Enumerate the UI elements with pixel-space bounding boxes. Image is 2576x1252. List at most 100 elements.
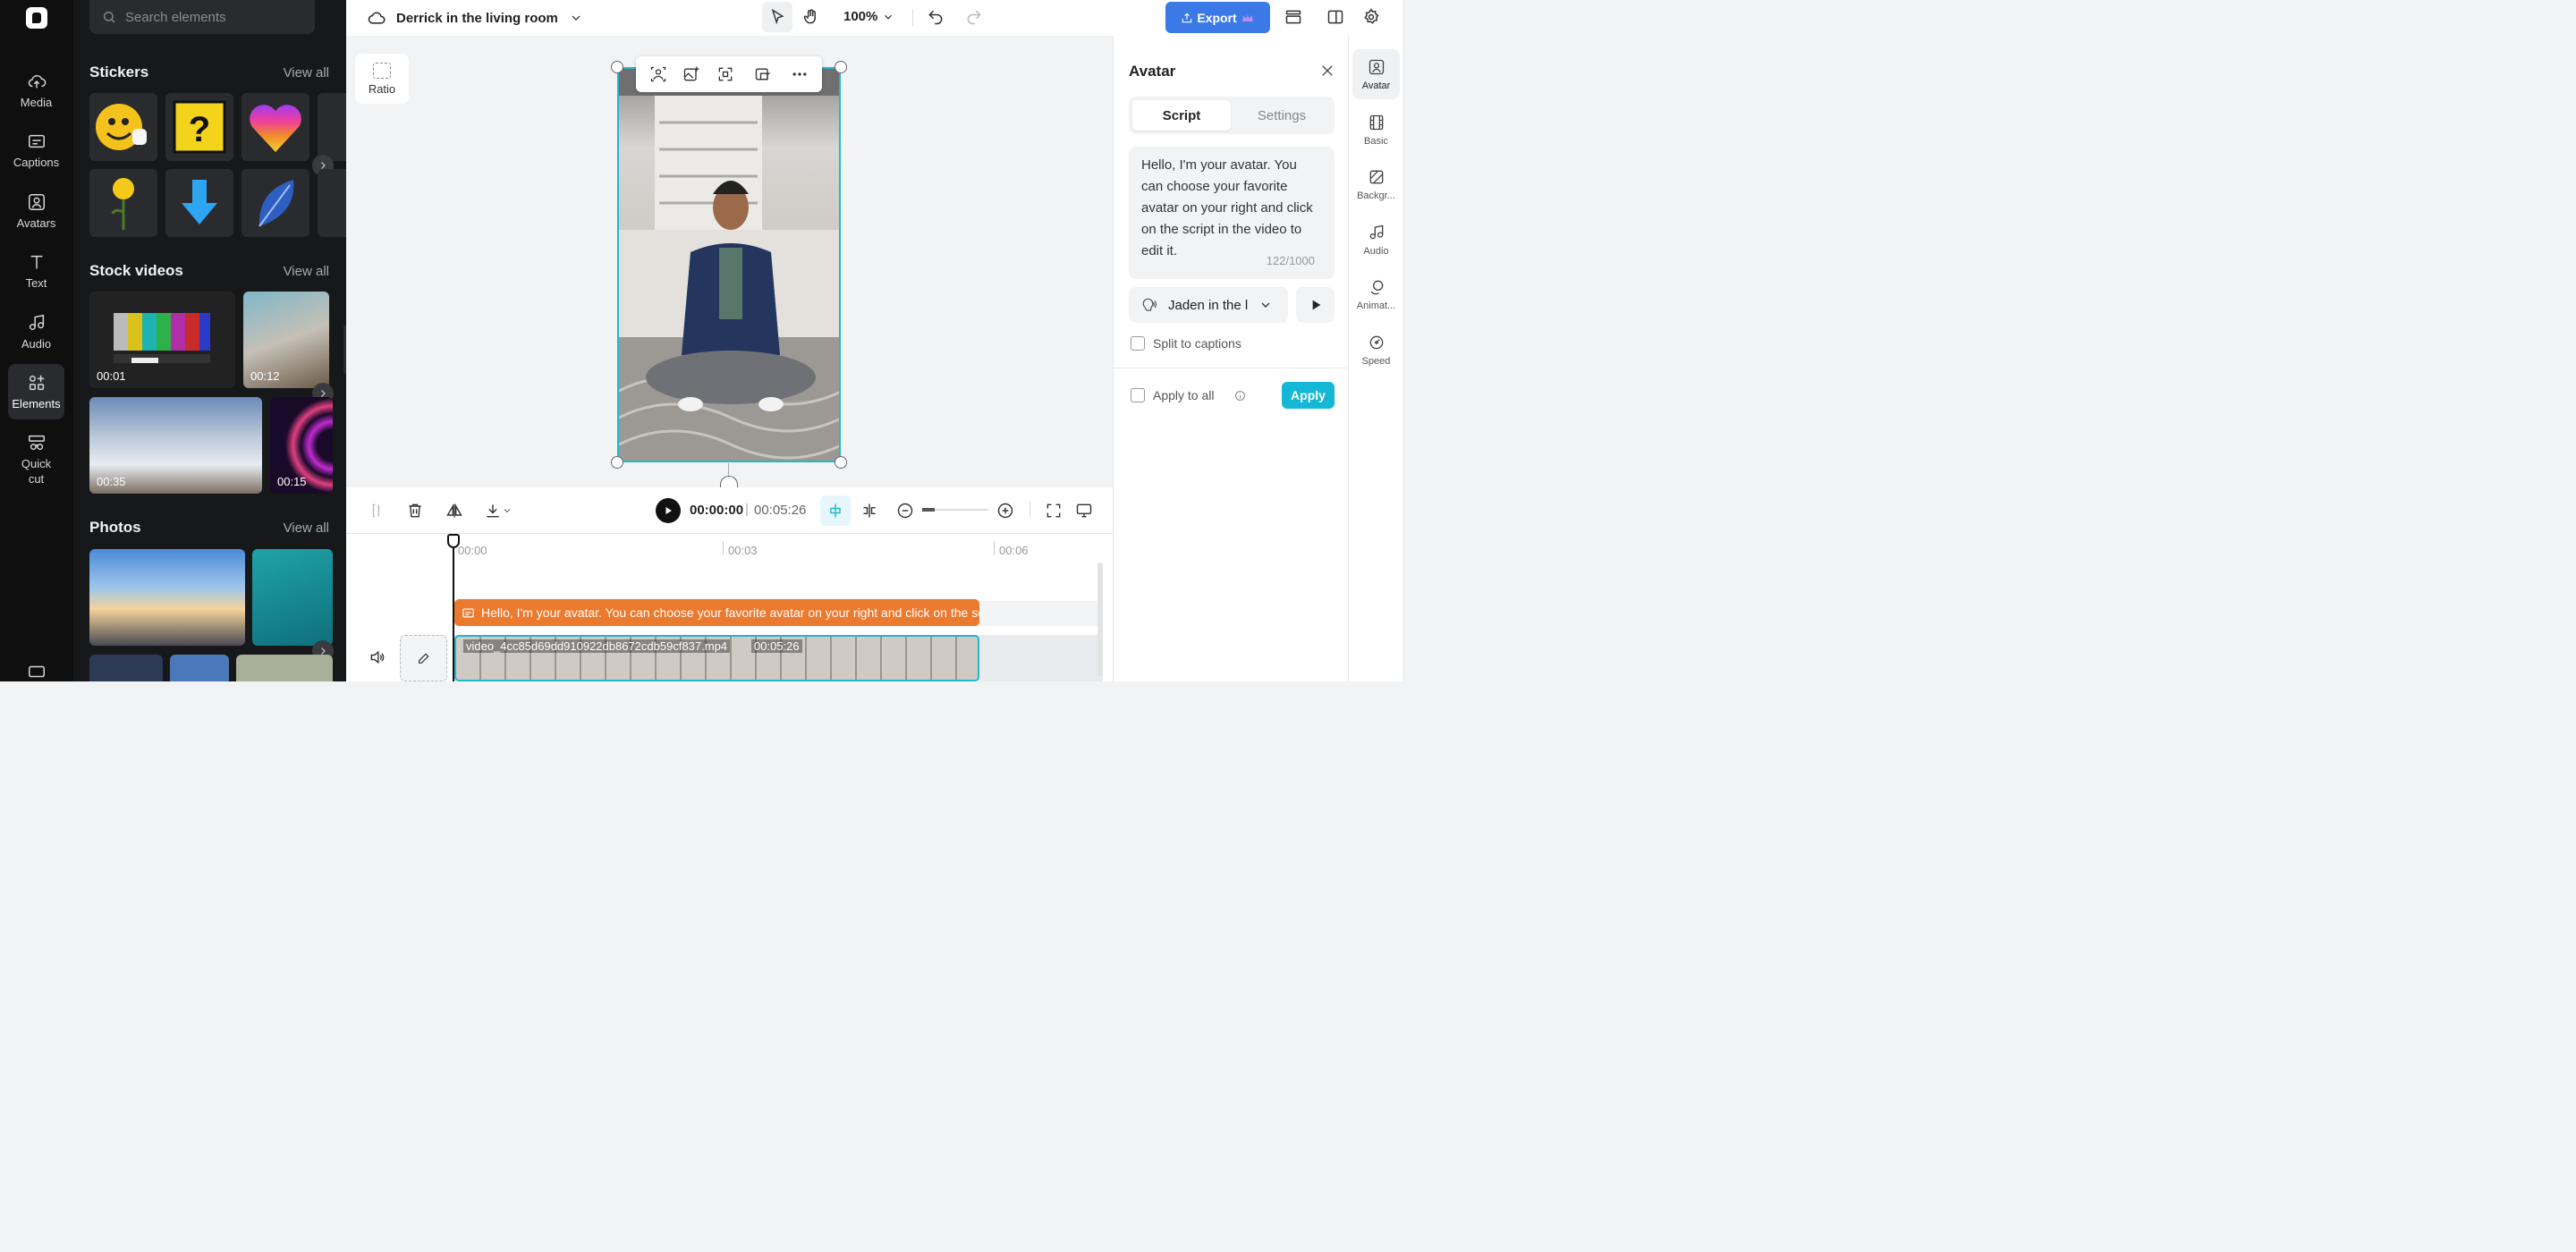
apply-all-label: Apply to all (1153, 388, 1215, 402)
more-icon[interactable] (791, 65, 809, 83)
captions-icon (462, 608, 474, 617)
stock-video-color-bars[interactable]: 00:01 (89, 292, 235, 388)
resize-handle-bottom-left[interactable] (611, 456, 623, 469)
picture-in-picture-icon[interactable] (750, 65, 775, 83)
photos-view-all[interactable]: View all (284, 520, 329, 536)
sticker-rainbow-heart[interactable] (242, 93, 309, 161)
zoom-slider[interactable] (922, 508, 988, 512)
strip-audio[interactable]: Audio (1352, 215, 1400, 265)
snap-toggle[interactable] (820, 495, 851, 526)
app-logo[interactable] (26, 7, 47, 29)
layout-toggle-button[interactable] (1320, 2, 1351, 32)
rotate-handle[interactable] (720, 476, 738, 487)
split-align-button[interactable] (858, 499, 881, 522)
split-button[interactable] (364, 499, 387, 522)
hand-tool-button[interactable] (796, 2, 826, 32)
rotate-stem (728, 463, 729, 476)
question-block-icon: ? (173, 100, 226, 154)
sticker-yellow-rose[interactable] (89, 169, 157, 237)
stock-videos-view-all[interactable]: View all (284, 264, 329, 279)
strip-animation[interactable]: Animat... (1352, 269, 1400, 319)
strip-speed[interactable]: Speed (1352, 325, 1400, 375)
cloud-upload-icon (28, 74, 46, 88)
project-name-dropdown[interactable]: Derrick in the living room (368, 9, 583, 27)
canvas-area[interactable]: Ratio (346, 36, 1113, 487)
photo-city-sky[interactable] (89, 549, 245, 646)
script-textarea[interactable]: Hello, I'm your avatar. You can choose y… (1129, 147, 1335, 279)
photo-thumb-5[interactable] (170, 655, 229, 681)
select-tool-button[interactable] (762, 2, 792, 32)
info-icon[interactable] (1234, 390, 1246, 402)
timeline-play-button[interactable] (656, 498, 681, 523)
playhead[interactable] (453, 534, 454, 681)
stock-video-neon[interactable]: 00:15 (270, 397, 333, 494)
search-input[interactable]: Search elements (89, 0, 315, 34)
sticker-question-block[interactable]: ? (165, 93, 233, 161)
resize-handle-bottom-right[interactable] (835, 456, 847, 469)
nav-media[interactable]: Media (8, 63, 64, 118)
tab-settings[interactable]: Settings (1233, 100, 1331, 131)
voice-preview-play-button[interactable] (1296, 287, 1335, 323)
export-button[interactable]: Export (1165, 2, 1270, 33)
photo-thumb-6[interactable] (236, 655, 333, 681)
delete-button[interactable] (403, 499, 427, 522)
zoom-in-button[interactable] (994, 499, 1017, 522)
sticker-blue-arrow[interactable] (165, 169, 233, 237)
nav-text[interactable]: Text (8, 243, 64, 299)
zoom-dropdown[interactable]: 100% (843, 9, 894, 24)
zoom-out-icon (897, 503, 913, 519)
apply-all-checkbox[interactable] (1131, 388, 1145, 402)
sticker-blue-leaf[interactable] (242, 169, 309, 237)
settings-button[interactable] (1356, 2, 1386, 32)
stock-video-animal[interactable]: 00:12 (243, 292, 329, 388)
stock-video-mountain[interactable]: 00:35 (89, 397, 262, 494)
image-add-icon[interactable] (682, 65, 700, 83)
preview-mode-button[interactable] (1072, 499, 1096, 522)
zoom-slider-fill (922, 508, 935, 512)
strip-avatar[interactable]: Avatar (1352, 49, 1400, 99)
zoom-out-button[interactable] (894, 499, 917, 522)
avatar-swap-icon[interactable] (649, 65, 667, 83)
video-clip[interactable]: video_4cc85d69dd910922db8672cdb59cf837.m… (454, 635, 979, 681)
sticker-partial[interactable] (318, 93, 346, 161)
photo-thumb-4[interactable] (89, 655, 163, 681)
layers-icon (1285, 10, 1301, 24)
nav-quick-cut[interactable]: Quick cut (8, 431, 64, 488)
nav-elements[interactable]: Elements (8, 364, 64, 419)
tab-script[interactable]: Script (1132, 100, 1231, 131)
nav-avatars[interactable]: Avatars (8, 183, 64, 239)
redo-button[interactable] (959, 2, 989, 32)
nav-audio[interactable]: Audio (8, 304, 64, 360)
video-preview[interactable] (617, 67, 841, 462)
voice-dropdown[interactable]: Jaden in the l (1129, 287, 1288, 323)
timeline-scrollbar[interactable] (1097, 563, 1103, 677)
split-captions-checkbox[interactable] (1131, 336, 1145, 351)
edit-cover-button[interactable] (400, 635, 447, 681)
resize-handle-top-right[interactable] (835, 61, 847, 73)
timeline[interactable]: 00:00 00:03 00:06 Hello, I'm your avatar… (346, 534, 1113, 681)
fullscreen-button[interactable] (1042, 499, 1065, 522)
undo-button[interactable] (920, 2, 951, 32)
download-dropdown[interactable] (480, 499, 516, 522)
close-icon[interactable] (1319, 63, 1335, 79)
cursor-icon (771, 8, 784, 25)
fullscreen-icon (1046, 503, 1061, 518)
caption-clip[interactable]: Hello, I'm your avatar. You can choose y… (454, 599, 979, 626)
photo-sea-boat[interactable] (252, 549, 333, 646)
avatar-person-preview (619, 69, 839, 461)
strip-background[interactable]: Backgr... (1352, 159, 1400, 209)
playhead-handle[interactable] (447, 534, 460, 548)
strip-basic[interactable]: Basic (1352, 105, 1400, 155)
resize-handle-top-left[interactable] (611, 61, 623, 73)
layers-button[interactable] (1278, 2, 1309, 32)
flip-button[interactable] (443, 499, 466, 522)
apply-button[interactable]: Apply (1282, 382, 1335, 409)
crop-frame-icon[interactable] (716, 65, 734, 83)
stickers-view-all[interactable]: View all (284, 65, 329, 80)
ratio-button[interactable]: Ratio (355, 54, 409, 104)
mute-button[interactable] (369, 648, 388, 668)
sticker-partial-2[interactable] (318, 169, 346, 237)
nav-captions[interactable]: Captions (8, 123, 64, 178)
sticker-smiley-thumbs-up[interactable] (89, 93, 157, 161)
nav-more[interactable] (8, 662, 64, 681)
